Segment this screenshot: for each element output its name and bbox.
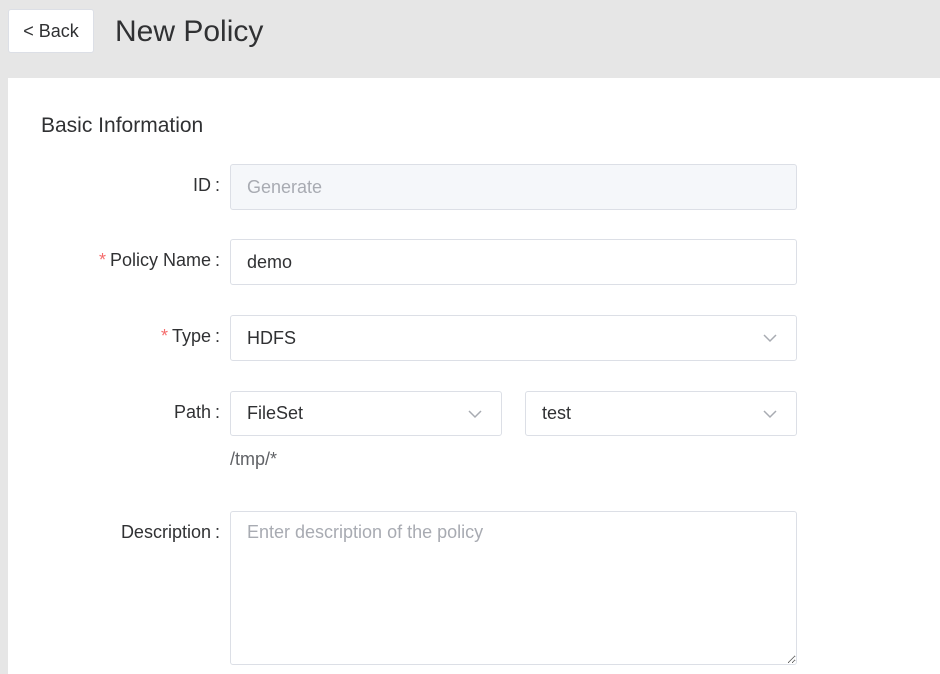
path-fileset-value: FileSet (247, 403, 304, 423)
section-title: Basic Information (41, 114, 204, 137)
description-label: Description: (121, 522, 220, 543)
path-name-value: test (542, 403, 572, 423)
description-label-text: Description (120, 522, 211, 542)
chevron-down-icon (763, 409, 777, 418)
description-textarea[interactable] (230, 511, 797, 665)
form-card: Basic Information ID: *Policy Name: *Typ… (8, 78, 940, 674)
policy-name-label-text: Policy Name (109, 250, 211, 270)
colon: : (214, 175, 220, 195)
page-title: New Policy (115, 15, 264, 48)
chevron-down-icon (763, 334, 777, 343)
type-select[interactable]: HDFS (230, 315, 797, 361)
path-hint: /tmp/* (230, 449, 278, 469)
path-fileset-select[interactable]: FileSet (230, 391, 502, 436)
path-label-text: Path (173, 402, 211, 422)
type-label-text: Type (171, 326, 211, 346)
type-label: * Type: (161, 326, 220, 347)
colon: : (214, 402, 220, 422)
chevron-down-icon (468, 409, 482, 418)
colon: : (214, 326, 220, 346)
policy-name-label: * Policy Name: (99, 250, 220, 271)
back-button[interactable]: < Back (8, 9, 94, 53)
colon: : (214, 522, 220, 542)
colon: : (214, 250, 220, 270)
path-name-select[interactable]: test (525, 391, 797, 436)
page-header: < Back New Policy (0, 0, 940, 78)
path-label: Path: (174, 402, 220, 423)
policy-name-input[interactable] (230, 239, 797, 285)
id-label-text: ID (192, 175, 211, 195)
required-mark: * (98, 250, 106, 270)
type-select-value: HDFS (247, 327, 296, 348)
id-input[interactable] (230, 164, 797, 210)
required-mark: * (160, 326, 168, 346)
id-label: ID: (193, 175, 220, 196)
